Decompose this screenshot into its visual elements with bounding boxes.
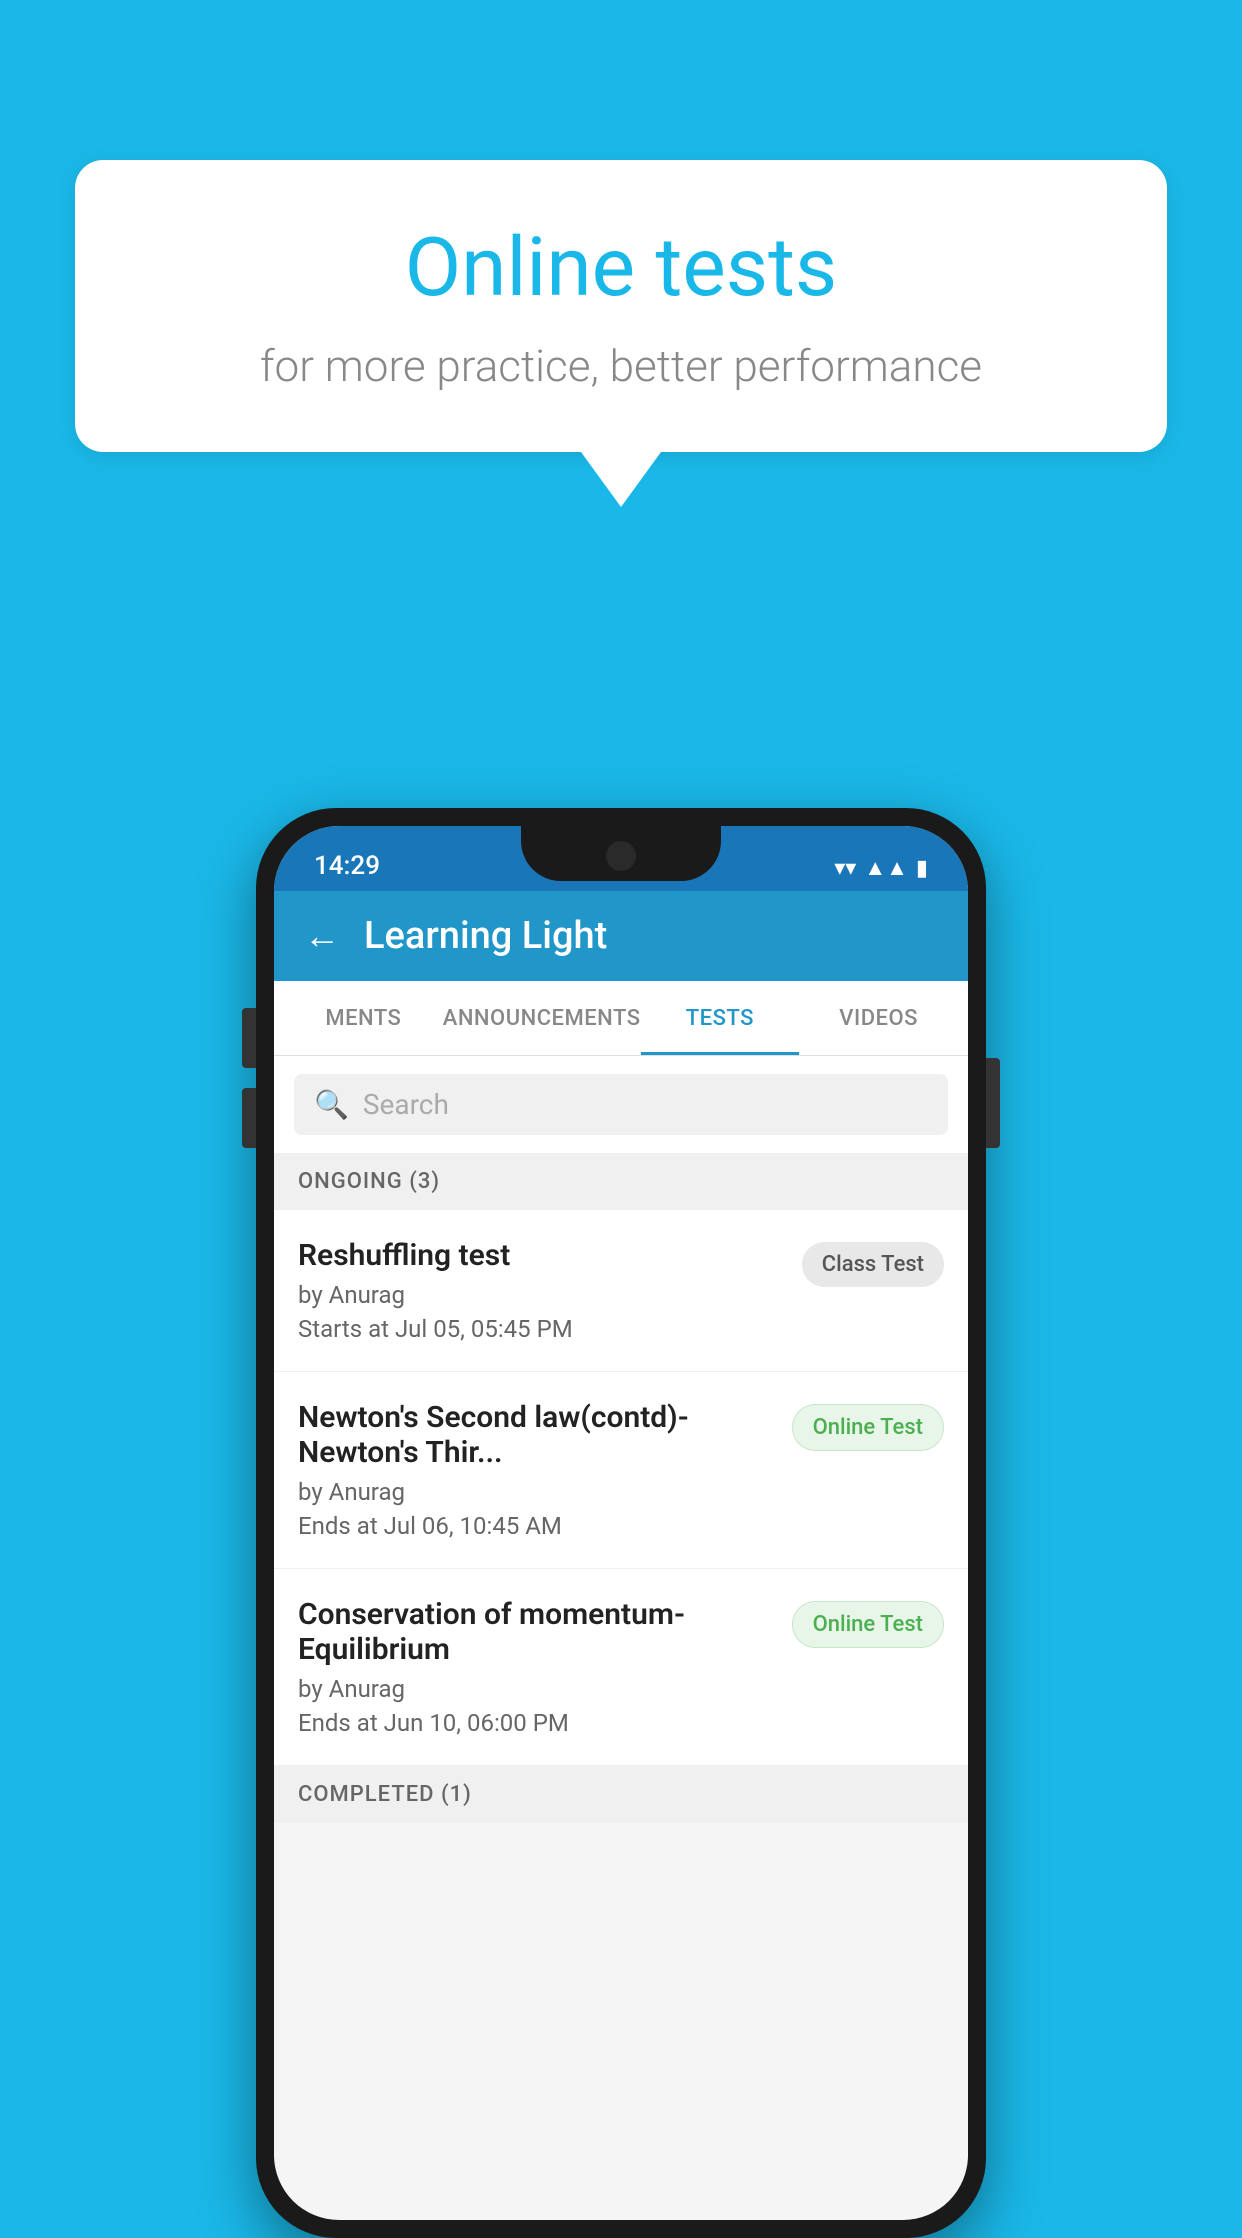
speech-bubble-container: Online tests for more practice, better p… [75,160,1167,507]
bubble-subtitle: for more practice, better performance [155,340,1087,392]
tab-ments[interactable]: MENTS [284,981,443,1055]
phone-screen: 14:29 ▾▾ ▲▲ ▮ ← Learning Light MENTS ANN… [274,826,968,2220]
tab-videos[interactable]: VIDEOS [799,981,958,1055]
ongoing-section-header: ONGOING (3) [274,1153,968,1210]
status-time: 14:29 [304,851,380,881]
test-badge-online: Online Test [792,1601,944,1648]
test-author: by Anurag [298,1478,776,1506]
test-title: Conservation of momentum-Equilibrium [298,1597,776,1667]
test-badge-class: Class Test [802,1242,944,1287]
completed-section-header: COMPLETED (1) [274,1766,968,1823]
volume-down-button [242,1088,256,1148]
battery-icon: ▮ [916,856,928,881]
power-button [986,1058,1000,1148]
bubble-title: Online tests [155,220,1087,316]
signal-icon: ▲▲ [864,855,908,881]
search-input[interactable]: Search [363,1088,449,1121]
test-time: Ends at Jul 06, 10:45 AM [298,1512,776,1540]
phone-frame: 14:29 ▾▾ ▲▲ ▮ ← Learning Light MENTS ANN… [256,808,986,2238]
test-title: Newton's Second law(contd)-Newton's Thir… [298,1400,776,1470]
tab-bar: MENTS ANNOUNCEMENTS TESTS VIDEOS [274,981,968,1056]
test-info: Reshuffling test by Anurag Starts at Jul… [298,1238,786,1343]
tab-tests[interactable]: TESTS [641,981,800,1055]
test-list: Reshuffling test by Anurag Starts at Jul… [274,1210,968,1766]
app-header: ← Learning Light [274,891,968,981]
status-icons: ▾▾ ▲▲ ▮ [834,855,938,881]
test-title: Reshuffling test [298,1238,786,1273]
phone-camera [606,841,636,871]
search-bar[interactable]: 🔍 Search [294,1074,948,1135]
test-item[interactable]: Reshuffling test by Anurag Starts at Jul… [274,1210,968,1372]
back-button[interactable]: ← [304,915,340,957]
tab-announcements[interactable]: ANNOUNCEMENTS [443,981,641,1055]
test-info: Newton's Second law(contd)-Newton's Thir… [298,1400,776,1540]
speech-bubble: Online tests for more practice, better p… [75,160,1167,452]
phone-notch [521,826,721,881]
bubble-arrow [581,452,661,507]
wifi-icon: ▾▾ [834,856,856,881]
search-container: 🔍 Search [274,1056,968,1153]
test-badge-online: Online Test [792,1404,944,1451]
test-time: Ends at Jun 10, 06:00 PM [298,1709,776,1737]
test-item[interactable]: Newton's Second law(contd)-Newton's Thir… [274,1372,968,1569]
volume-up-button [242,1008,256,1068]
test-time: Starts at Jul 05, 05:45 PM [298,1315,786,1343]
test-author: by Anurag [298,1281,786,1309]
test-info: Conservation of momentum-Equilibrium by … [298,1597,776,1737]
search-icon: 🔍 [314,1088,349,1121]
app-title: Learning Light [364,914,607,958]
test-item[interactable]: Conservation of momentum-Equilibrium by … [274,1569,968,1766]
test-author: by Anurag [298,1675,776,1703]
